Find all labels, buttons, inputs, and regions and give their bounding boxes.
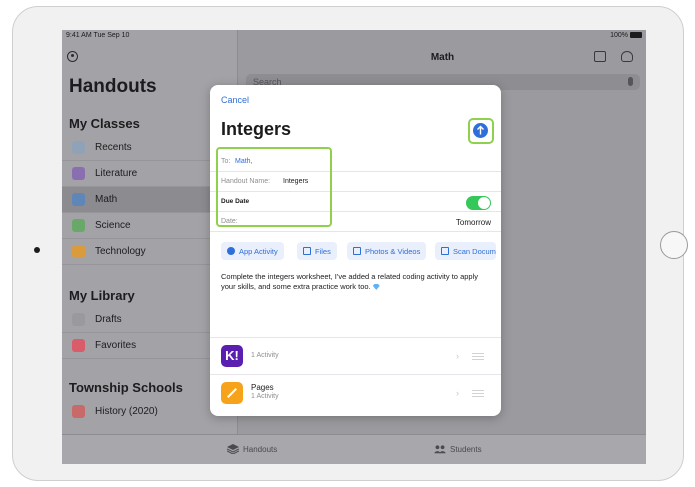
due-date-toggle[interactable] xyxy=(466,196,491,210)
sidebar-item-label: Drafts xyxy=(95,314,122,325)
tab-label: Students xyxy=(450,444,482,454)
section-heading-my-library: My Library xyxy=(69,288,135,303)
sidebar-item-label: Literature xyxy=(95,168,138,179)
handout-body-text[interactable]: Complete the integers worksheet, I've ad… xyxy=(221,272,493,292)
class-info-icon[interactable] xyxy=(594,51,606,62)
front-camera xyxy=(34,247,40,253)
battery-icon xyxy=(630,32,642,39)
date-value[interactable]: Tomorrow xyxy=(456,218,491,227)
sidebar-item-label: Science xyxy=(95,220,131,231)
app-activity-icon xyxy=(227,247,235,255)
calculator-icon xyxy=(72,193,85,206)
section-heading-township-schools: Township Schools xyxy=(69,380,183,395)
reorder-handle-icon[interactable] xyxy=(472,353,484,360)
toggle-knob xyxy=(478,197,490,209)
sidebar-item-label: Favorites xyxy=(95,340,137,351)
tab-label: Handouts xyxy=(243,444,278,454)
chip-label: Scan Docum xyxy=(453,247,496,256)
heart-icon xyxy=(72,339,85,352)
detail-title: Math xyxy=(430,52,455,63)
people-icon xyxy=(434,445,446,454)
chevron-right-icon: › xyxy=(456,351,459,361)
tab-handouts[interactable]: Handouts xyxy=(227,444,277,454)
tab-students[interactable]: Students xyxy=(434,444,482,454)
activity-count: 1 Activity xyxy=(251,393,279,400)
sidebar-title: Handouts xyxy=(69,76,157,97)
cancel-button[interactable]: Cancel xyxy=(221,95,249,105)
chip-label: Photos & Videos xyxy=(365,247,421,256)
scan-documents-button[interactable]: Scan Docum xyxy=(435,242,496,260)
history-icon xyxy=(72,405,85,418)
drafts-icon xyxy=(72,313,85,326)
gem-icon xyxy=(372,284,380,290)
recents-icon xyxy=(72,141,85,154)
battery-percent: 100% xyxy=(610,32,628,39)
scan-icon xyxy=(441,247,449,255)
home-button[interactable] xyxy=(660,231,688,259)
status-time: 9:41 AM Tue Sep 10 xyxy=(66,32,130,39)
sidebar-item-label: Recents xyxy=(95,142,132,153)
status-battery: 100% xyxy=(610,32,642,39)
send-button[interactable] xyxy=(468,118,494,144)
new-handout-sheet: Cancel Integers To: Math, Handout Name: … xyxy=(210,85,501,416)
photos-videos-button[interactable]: Photos & Videos xyxy=(347,242,427,260)
activity-row-pages[interactable]: Pages 1 Activity › xyxy=(210,374,501,411)
section-heading-my-classes: My Classes xyxy=(69,116,140,131)
tab-bar: Handouts Students xyxy=(62,434,646,464)
body-text: Complete the integers worksheet, I've ad… xyxy=(221,272,478,291)
photo-icon xyxy=(353,247,361,255)
activity-name: Pages xyxy=(251,383,274,392)
file-icon xyxy=(303,247,311,255)
sidebar-item-label: Math xyxy=(95,194,118,205)
chip-label: App Activity xyxy=(239,247,278,256)
stack-icon xyxy=(227,444,239,454)
screen: 9:41 AM Tue Sep 10 Handouts My Classes R… xyxy=(62,30,646,464)
gear-icon xyxy=(72,245,85,258)
microphone-icon[interactable] xyxy=(628,77,633,86)
book-icon xyxy=(72,167,85,180)
highlight-box xyxy=(216,147,332,227)
app-activity-button[interactable]: App Activity xyxy=(221,242,284,260)
sidebar-item-label: Technology xyxy=(95,246,146,257)
profile-icon[interactable] xyxy=(67,51,78,62)
files-button[interactable]: Files xyxy=(297,242,337,260)
sheet-title: Integers xyxy=(221,119,292,139)
activity-row-hopscotch[interactable]: K! 1 Activity › xyxy=(210,337,501,374)
activity-count: 1 Activity xyxy=(251,352,279,359)
app-icon-k: K! xyxy=(221,345,243,367)
sidebar-item-label: History (2020) xyxy=(95,406,158,417)
layers-icon[interactable] xyxy=(621,51,633,62)
attachment-chips: App Activity Files Photos & Videos Scan … xyxy=(221,242,501,262)
arrow-up-icon xyxy=(473,123,488,138)
pages-app-icon xyxy=(221,382,243,404)
reorder-handle-icon[interactable] xyxy=(472,390,484,397)
science-icon xyxy=(72,219,85,232)
chevron-right-icon: › xyxy=(456,388,459,398)
chip-label: Files xyxy=(315,247,331,256)
